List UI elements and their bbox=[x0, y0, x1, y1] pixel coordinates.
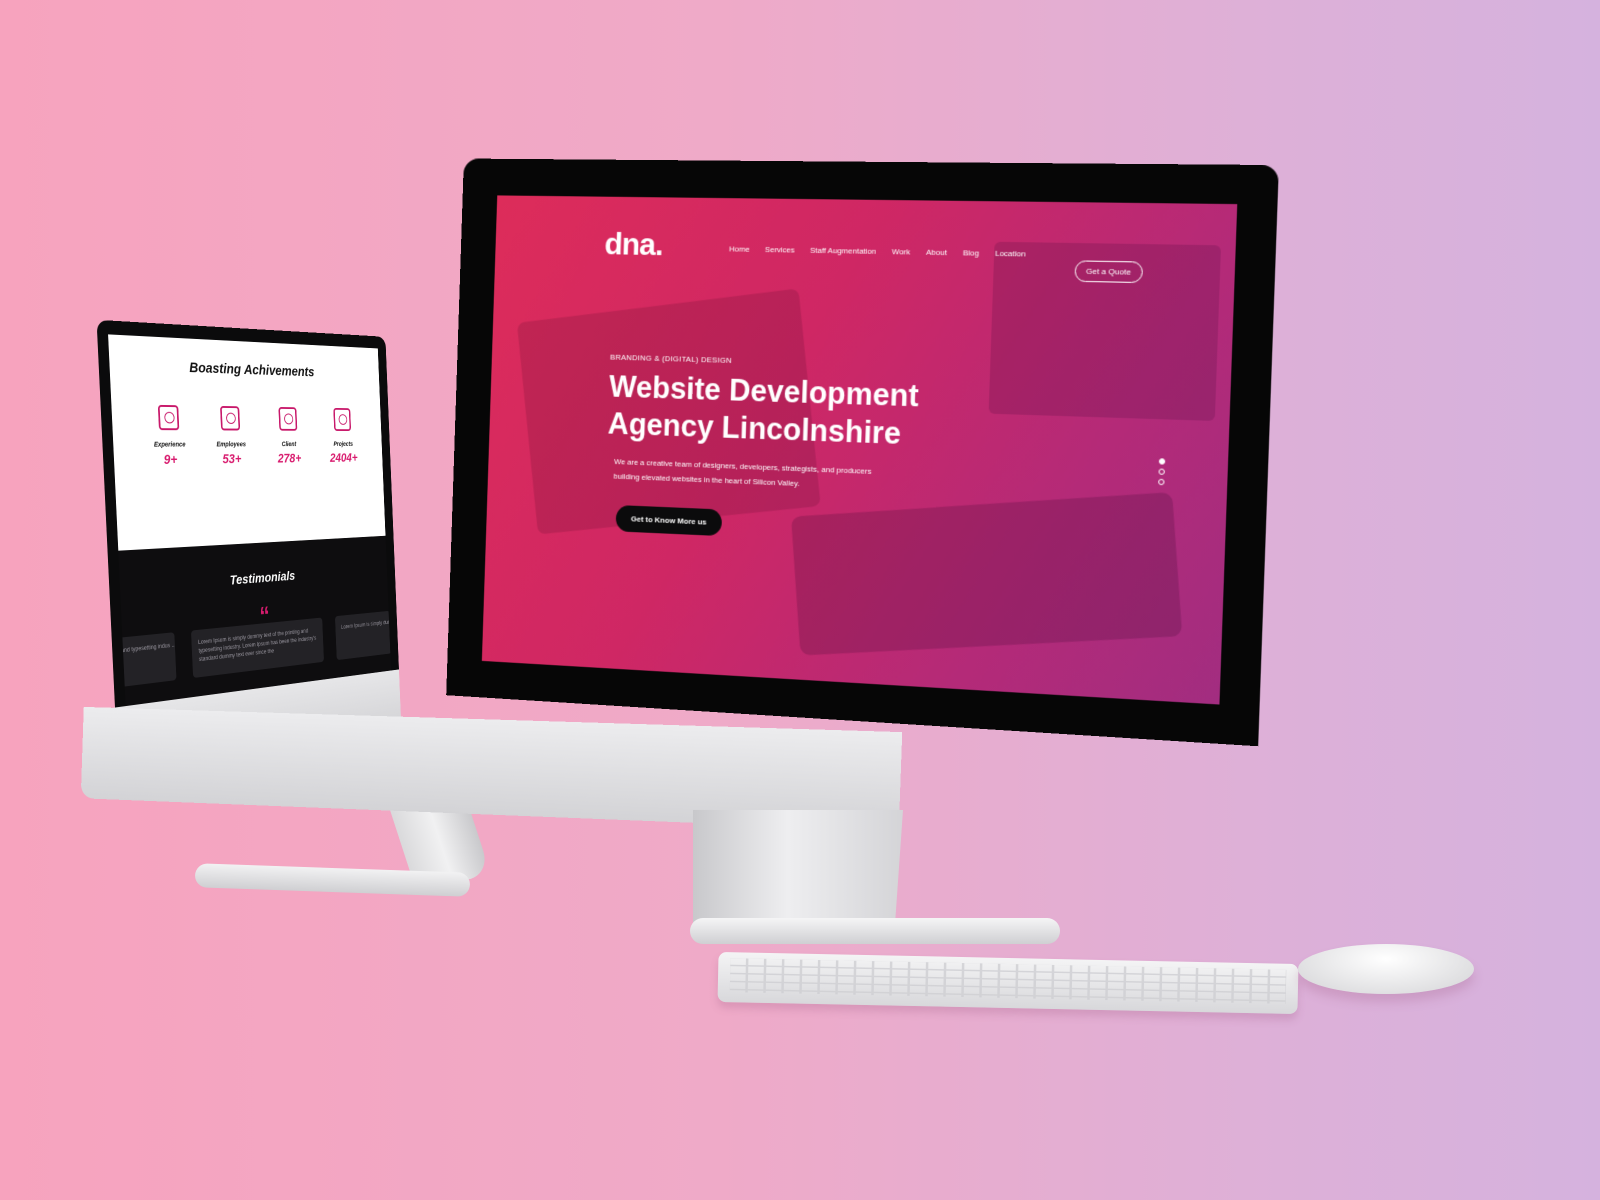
background-photo-keyboard bbox=[791, 492, 1183, 656]
nav-location[interactable]: Location bbox=[995, 249, 1026, 259]
stat-value: 2404+ bbox=[329, 450, 358, 465]
slider-dot-3[interactable] bbox=[1158, 478, 1165, 486]
stat-value: 278+ bbox=[277, 450, 302, 466]
stat-employees: Employees 53+ bbox=[201, 405, 259, 467]
nav-services[interactable]: Services bbox=[765, 245, 795, 254]
hero-title: Website Development Agency Lincolnshire bbox=[607, 369, 920, 451]
document-icon bbox=[333, 407, 352, 431]
stat-experience: Experience 9+ bbox=[138, 404, 200, 468]
nav-blog[interactable]: Blog bbox=[963, 248, 979, 257]
stat-client: Client 278+ bbox=[261, 406, 316, 466]
team-icon bbox=[220, 405, 241, 431]
keyboard-keys bbox=[729, 958, 1287, 1004]
stat-label: Employees bbox=[216, 441, 247, 449]
main-screen: dna. Home Services Staff Augmentation Wo… bbox=[481, 195, 1238, 705]
secondary-screen-bezel: Boasting Achivements Experience 9+ Emplo… bbox=[96, 319, 399, 708]
achievements-title: Boasting Achivements bbox=[188, 359, 315, 380]
keyboard bbox=[717, 951, 1299, 1015]
get-a-quote-button[interactable]: Get a Quote bbox=[1074, 260, 1143, 284]
stat-value: 9+ bbox=[163, 451, 178, 467]
get-to-know-button[interactable]: Get to Know More us bbox=[615, 504, 723, 537]
slider-dot-2[interactable] bbox=[1158, 468, 1165, 475]
slider-dots bbox=[1158, 458, 1166, 486]
stat-label: Experience bbox=[153, 441, 186, 449]
main-navigation: Home Services Staff Augmentation Work Ab… bbox=[729, 244, 1026, 258]
nav-staff-augmentation[interactable]: Staff Augmentation bbox=[810, 246, 876, 256]
site-logo[interactable]: dna. bbox=[604, 226, 663, 263]
testimonial-card[interactable]: Lorem Ipsum is simply dummy ... standard… bbox=[334, 610, 392, 661]
testimonial-text: ing and typesetting indus ... sit simply… bbox=[112, 636, 176, 656]
nav-work[interactable]: Work bbox=[892, 247, 911, 256]
slider-dot-1[interactable] bbox=[1158, 458, 1166, 465]
mouse bbox=[1298, 944, 1474, 994]
stat-projects: Projects 2404+ bbox=[317, 407, 369, 465]
testimonial-card[interactable]: ing and typesetting indus ... sit simply… bbox=[108, 632, 177, 689]
secondary-screen: Boasting Achivements Experience 9+ Emplo… bbox=[108, 334, 392, 707]
award-icon bbox=[157, 404, 180, 431]
testimonial-text: Lorem Ipsum is simply dummy ... standard… bbox=[341, 614, 391, 631]
stat-label: Client bbox=[281, 441, 297, 448]
nav-home[interactable]: Home bbox=[729, 244, 750, 253]
stat-label: Projects bbox=[333, 441, 354, 448]
nav-about[interactable]: About bbox=[926, 248, 947, 257]
stat-value: 53+ bbox=[222, 450, 242, 467]
main-monitor: dna. Home Services Staff Augmentation Wo… bbox=[446, 158, 1343, 751]
main-monitor-stand bbox=[693, 810, 903, 930]
client-icon bbox=[278, 406, 298, 431]
main-monitor-foot bbox=[690, 918, 1060, 944]
testimonials-title: Testimonials bbox=[229, 567, 296, 588]
achievements-section: Boasting Achivements Experience 9+ Emplo… bbox=[108, 334, 386, 551]
main-screen-bezel: dna. Home Services Staff Augmentation Wo… bbox=[446, 158, 1279, 747]
